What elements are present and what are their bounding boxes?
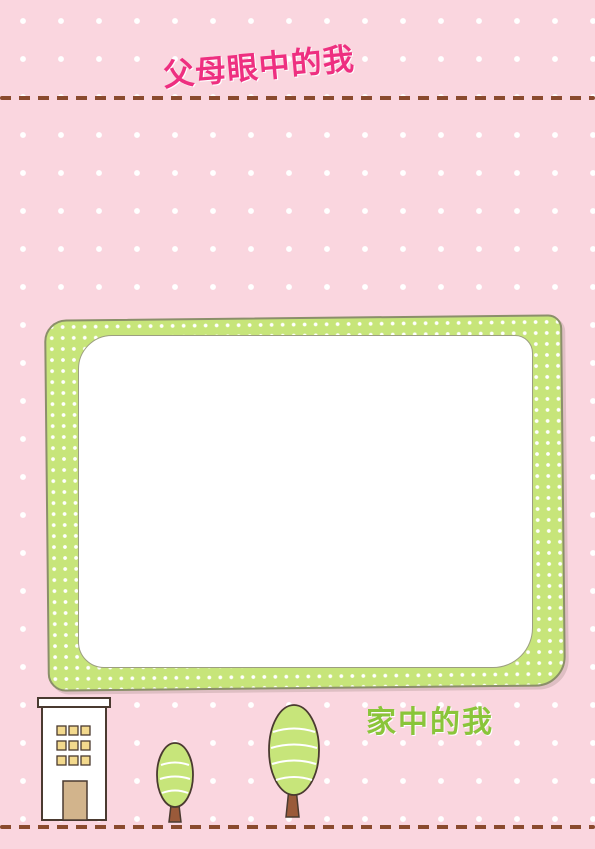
stitched-divider-bottom (0, 825, 595, 829)
tree-icon (268, 704, 320, 818)
building-icon (37, 697, 111, 821)
tree-icon (156, 742, 194, 823)
ground-scene (37, 697, 320, 823)
